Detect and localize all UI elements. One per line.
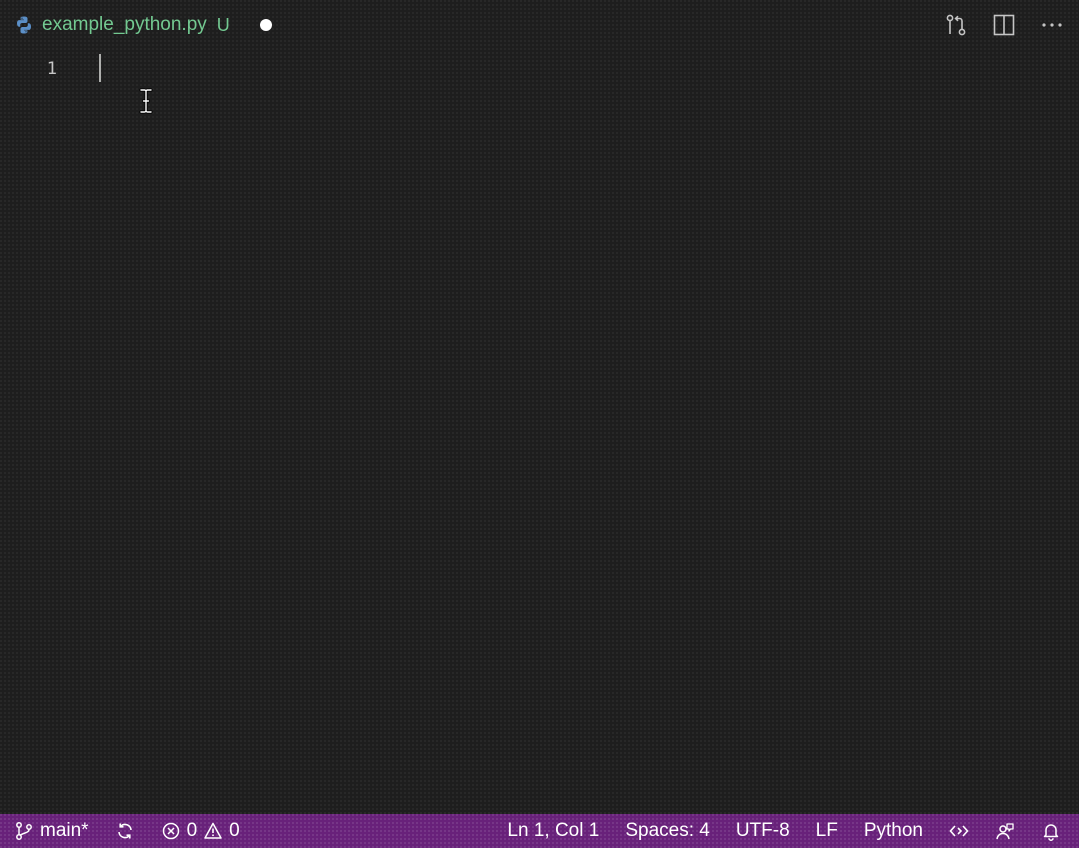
cursor-position-label: Ln 1, Col 1 — [507, 820, 600, 841]
error-count: 0 — [186, 820, 198, 841]
tab-bar: example_python.py U — [0, 0, 1079, 50]
warning-icon — [204, 822, 222, 839]
warning-count: 0 — [229, 820, 240, 841]
branch-name: main* — [40, 820, 89, 841]
editor-actions — [943, 0, 1065, 50]
eol-selector[interactable]: LF — [816, 814, 838, 848]
encoding-label: UTF-8 — [735, 820, 790, 841]
editor-line: 1 — [0, 57, 57, 81]
bell-icon — [1043, 824, 1059, 841]
line-number: 1 — [46, 59, 57, 79]
cursor-position[interactable]: Ln 1, Col 1 — [507, 814, 599, 848]
tab-filename: example_python.py — [42, 14, 207, 35]
text-cursor — [99, 54, 101, 82]
code-editor[interactable]: 1 — [0, 50, 1079, 814]
sync-button[interactable] — [115, 814, 135, 848]
language-status-button[interactable] — [949, 814, 969, 848]
vscode-window: example_python.py U 1 main* 0 0 Ln 1, Co… — [0, 0, 1079, 848]
language-mode-selector[interactable]: Python — [864, 814, 923, 848]
indentation-label: Spaces: 4 — [625, 820, 710, 841]
eol-label: LF — [815, 820, 838, 841]
language-mode-label: Python — [863, 820, 923, 841]
ibeam-cursor-icon — [139, 88, 153, 114]
more-actions-icon[interactable] — [1039, 12, 1065, 38]
git-branch-icon — [16, 822, 32, 840]
feedback-button[interactable] — [995, 814, 1015, 848]
notifications-button[interactable] — [1041, 814, 1061, 848]
open-changes-icon[interactable] — [943, 12, 969, 38]
error-icon — [162, 822, 179, 840]
branch-indicator[interactable]: main* — [14, 814, 89, 848]
encoding-selector[interactable]: UTF-8 — [736, 814, 790, 848]
split-editor-icon[interactable] — [991, 12, 1017, 38]
problems-indicator[interactable]: 0 0 — [161, 814, 240, 848]
sync-icon — [117, 823, 132, 839]
tab-example-python[interactable]: example_python.py U — [0, 0, 286, 50]
language-status-icon — [949, 825, 969, 837]
feedback-icon — [996, 823, 1014, 840]
git-untracked-badge: U — [216, 14, 230, 35]
unsaved-dot-icon[interactable] — [259, 19, 272, 31]
status-bar: main* 0 0 Ln 1, Col 1 Spaces: 4 UTF-8 LF… — [0, 814, 1079, 848]
python-icon — [17, 16, 31, 34]
indentation-selector[interactable]: Spaces: 4 — [625, 814, 710, 848]
